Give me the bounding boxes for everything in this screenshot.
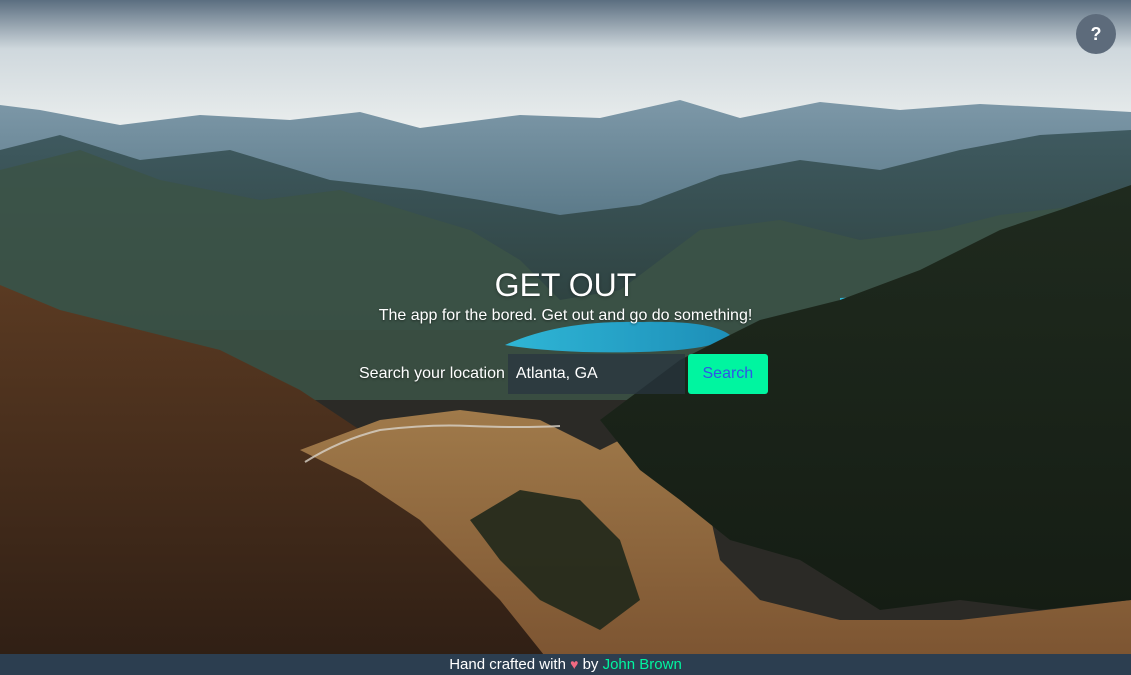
mountain-background-image: [0, 0, 1131, 675]
search-location-label: Search your location: [359, 365, 505, 382]
heart-icon: ♥: [570, 656, 579, 672]
page: ? GET OUT The app for the bored. Get out…: [0, 0, 1131, 675]
search-button[interactable]: Search: [687, 354, 768, 394]
author-link[interactable]: John Brown: [603, 656, 682, 673]
hero: GET OUT The app for the bored. Get out a…: [0, 265, 1131, 327]
footer: Hand crafted with ♥ by John Brown: [0, 654, 1131, 675]
app-subtitle: The app for the bored. Get out and go do…: [378, 307, 753, 324]
location-input[interactable]: [507, 354, 685, 394]
footer-prefix-text: Hand crafted with: [449, 656, 566, 673]
search-form: Search your location Search: [359, 354, 768, 394]
footer-by-text: by: [582, 656, 599, 673]
help-button[interactable]: ?: [1076, 14, 1116, 54]
app-title: GET OUT: [494, 267, 637, 303]
